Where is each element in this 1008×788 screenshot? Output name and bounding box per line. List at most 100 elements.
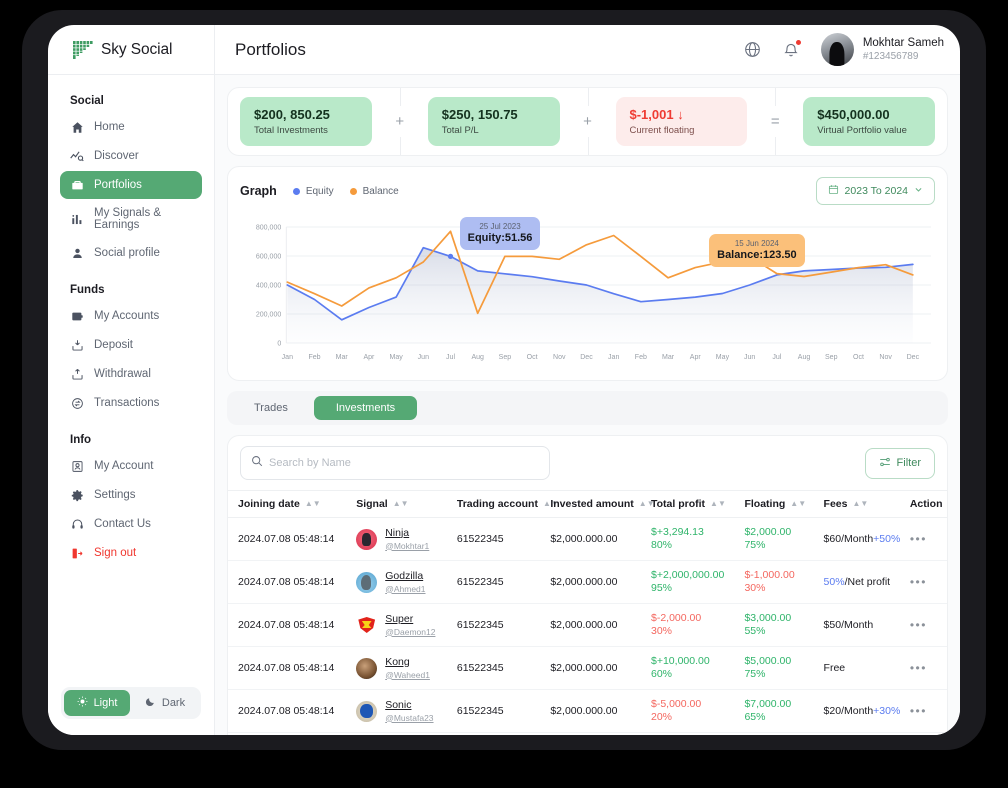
signal-handle[interactable]: @Ahmed1 (385, 584, 425, 594)
svg-text:Apr: Apr (363, 354, 375, 361)
sidebar-item-label: My Accounts (94, 310, 160, 322)
cell-signal[interactable]: Dragon@Hazem (350, 732, 451, 735)
signal-handle[interactable]: @Daemon12 (385, 627, 435, 637)
sidebar-item-deposit[interactable]: Deposit (60, 331, 202, 359)
sidebar-item-sign-out[interactable]: Sign out (60, 539, 202, 567)
table-row[interactable]: 2024.07.08 05:48:14 Dragon@Hazem 6152234… (228, 732, 947, 735)
date-range-selector[interactable]: 2023 To 2024 (815, 177, 935, 205)
signal-name[interactable]: Super (385, 613, 413, 625)
row-actions-button[interactable]: ••• (910, 704, 927, 718)
table-row[interactable]: 2024.07.08 05:48:14 Super @Daemon12 61522… (228, 603, 947, 647)
col-signal[interactable]: Signal ▲▼ (350, 490, 451, 518)
cell-signal[interactable]: Sonic @Mustafa23 (350, 689, 451, 733)
svg-text:Jul: Jul (772, 354, 781, 361)
cell-action[interactable]: ••• (903, 560, 947, 604)
cell-signal[interactable]: Super @Daemon12 (350, 603, 451, 647)
signal-handle[interactable]: @Waheed1 (385, 670, 430, 680)
row-actions-button[interactable]: ••• (910, 661, 927, 675)
signal-name[interactable]: Ninja (385, 527, 409, 539)
sidebar-item-label: Sign out (94, 547, 137, 559)
cell-fees: $60/Month+50% (817, 517, 904, 561)
tab-investments[interactable]: Investments (313, 396, 418, 420)
search-box[interactable] (240, 446, 550, 480)
table-row[interactable]: 2024.07.08 05:48:14 Godzilla @Ahmed1 6152… (228, 560, 947, 604)
sidebar-item-home[interactable]: Home (60, 113, 202, 141)
sidebar-item-my-signals-earnings[interactable]: My Signals & Earnings (60, 200, 202, 238)
floating-percent: 55% (744, 625, 766, 637)
sort-icon: ▲▼ (710, 499, 726, 508)
tab-trades[interactable]: Trades (232, 396, 310, 420)
sidebar-item-transactions[interactable]: Transactions (60, 389, 202, 417)
floating-value: $-1,000.00 (744, 569, 795, 581)
briefcase-icon (70, 178, 84, 192)
row-actions-button[interactable]: ••• (910, 532, 927, 546)
sidebar-item-label: My Account (94, 460, 154, 472)
col-joining-date[interactable]: Joining date ▲▼ (228, 490, 351, 518)
cell-invested-amount: $2,000.000.00 (544, 732, 645, 735)
sidebar-item-withdrawal[interactable]: Withdrawal (60, 360, 202, 388)
search-input[interactable] (269, 457, 539, 469)
col-trading-account[interactable]: Trading account ▲▼ (450, 490, 559, 518)
table-row[interactable]: 2024.07.08 05:48:14 Ninja @Mokhtar1 61522… (228, 517, 947, 561)
cell-action[interactable]: ••• (903, 646, 947, 690)
cell-trading-account: 61522345 (450, 732, 545, 735)
table-row[interactable]: 2024.07.08 05:48:14 Sonic @Mustafa23 6152… (228, 689, 947, 733)
operator-equals: = (747, 88, 803, 155)
stat-label: Virtual Portfolio value (817, 125, 907, 136)
cell-signal[interactable]: Kong @Waheed1 (350, 646, 451, 690)
legend-item-balance[interactable]: Balance (349, 186, 399, 197)
cell-fees: Free (817, 646, 904, 690)
profit-percent: 80% (651, 539, 673, 551)
stat-label: Total Investments (254, 125, 328, 136)
col-floating[interactable]: Floating ▲▼ (738, 490, 818, 518)
cell-action[interactable]: ••• (903, 689, 947, 733)
sidebar-item-discover[interactable]: Discover (60, 142, 202, 170)
col-action[interactable]: Action ▲▼ (903, 490, 947, 518)
cell-invested-amount: $2,000.000.00 (544, 517, 645, 561)
signal-handle[interactable]: @Mustafa23 (385, 713, 433, 723)
balance-marker (719, 259, 726, 265)
cell-signal[interactable]: Ninja @Mokhtar1 (350, 517, 451, 561)
cell-action[interactable]: ••• (903, 517, 947, 561)
user-menu[interactable]: Mokhtar Sameh #123456789 (820, 33, 944, 66)
sidebar-item-my-account[interactable]: My Account (60, 452, 202, 480)
table-header-row: Joining date ▲▼ Signal ▲▼ Trading account ▲… (228, 490, 947, 518)
cell-signal[interactable]: Godzilla @Ahmed1 (350, 560, 451, 604)
globe-icon[interactable] (743, 40, 763, 60)
sidebar-item-social-profile[interactable]: Social profile (60, 239, 202, 267)
col-fees[interactable]: Fees ▲▼ (817, 490, 904, 518)
col-total-profit[interactable]: Total profit ▲▼ (645, 490, 739, 518)
svg-text:Jan: Jan (608, 354, 619, 361)
home-icon (70, 120, 84, 134)
signal-name[interactable]: Sonic (385, 699, 411, 711)
cell-action[interactable]: ••• (903, 603, 947, 647)
sidebar-group-title-social: Social (70, 95, 104, 107)
theme-light-button[interactable]: Light (64, 690, 130, 716)
sidebar-item-label: Discover (94, 150, 139, 162)
brand[interactable]: Sky Social (48, 25, 215, 74)
legend-item-equity[interactable]: Equity (292, 186, 334, 197)
col-invested-amount[interactable]: Invested amount ▲▼ (544, 490, 655, 518)
profit-value: $+3,294.13 (651, 526, 704, 538)
filter-button[interactable]: Filter (864, 447, 935, 479)
transactions-icon (70, 396, 84, 410)
col-label: Trading account (456, 498, 538, 510)
wallet-icon (70, 309, 84, 323)
signal-handle[interactable]: @Mokhtar1 (385, 541, 429, 551)
cell-joining-date: 2024.07.08 05:48:14 (228, 517, 351, 561)
row-actions-button[interactable]: ••• (910, 575, 927, 589)
sidebar-item-my-accounts[interactable]: My Accounts (60, 302, 202, 330)
signal-name[interactable]: Godzilla (385, 570, 423, 582)
bell-icon[interactable] (781, 38, 802, 60)
row-actions-button[interactable]: ••• (910, 618, 927, 632)
svg-text:Mar: Mar (336, 354, 349, 361)
gear-icon (70, 488, 84, 502)
table-row[interactable]: 2024.07.08 05:48:14 Kong @Waheed1 6152234… (228, 646, 947, 690)
sidebar-item-label: Portfolios (94, 179, 142, 191)
signal-name[interactable]: Kong (385, 656, 410, 668)
sidebar-item-contact-us[interactable]: Contact Us (60, 510, 202, 538)
sidebar-item-settings[interactable]: Settings (60, 481, 202, 509)
theme-dark-button[interactable]: Dark (132, 690, 198, 716)
sidebar-item-portfolios[interactable]: Portfolios (60, 171, 202, 199)
bar-chart-icon (70, 212, 84, 226)
